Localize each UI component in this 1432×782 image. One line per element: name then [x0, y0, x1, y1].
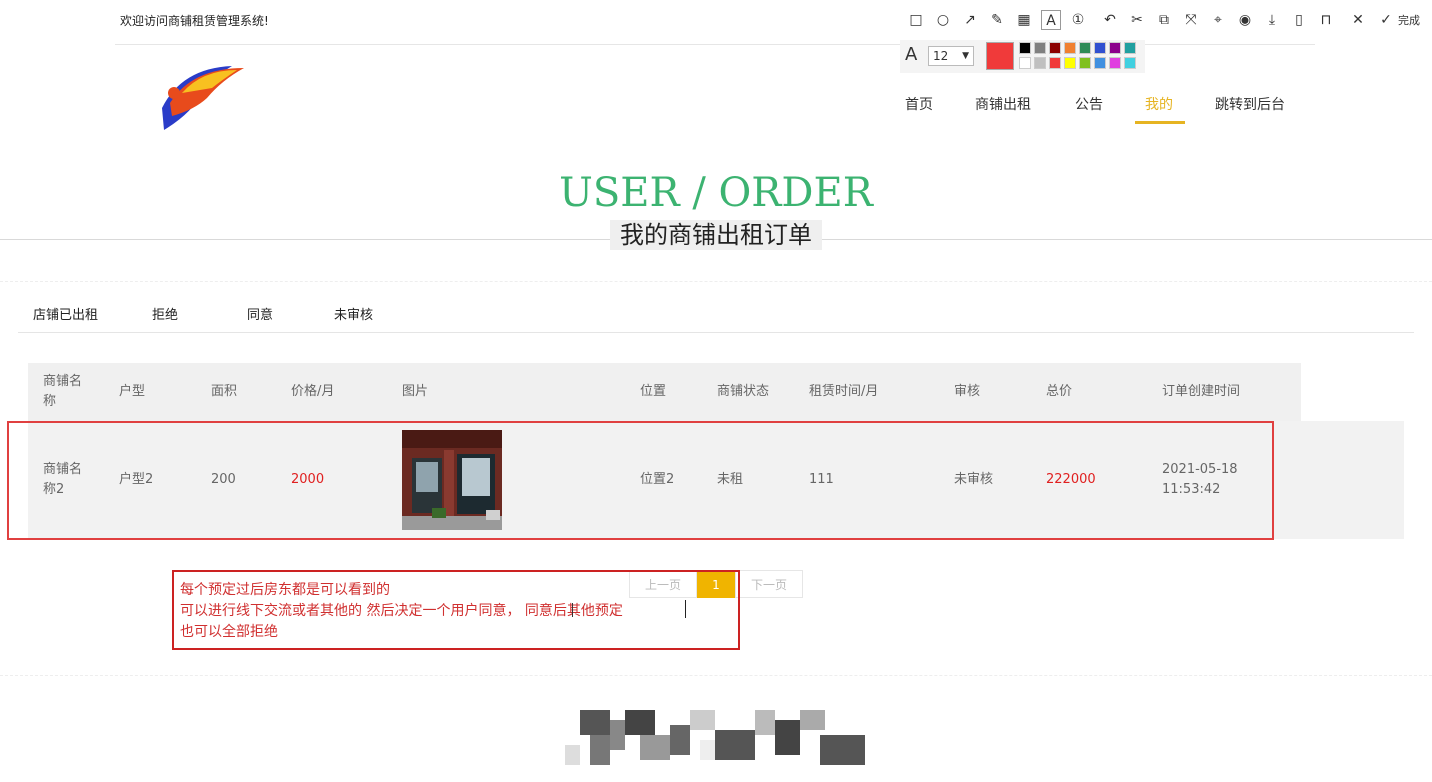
text-cursor-icon	[572, 603, 575, 617]
current-color[interactable]	[986, 42, 1014, 70]
column-header-status: 商铺状态	[717, 384, 770, 399]
text-tool-icon[interactable]: A	[1041, 10, 1061, 30]
download-icon[interactable]: ⤓	[1262, 10, 1282, 30]
section-divider	[0, 281, 1432, 282]
color-swatch[interactable]	[1019, 42, 1031, 54]
font-icon: A	[905, 44, 918, 65]
crop-icon[interactable]: ✂	[1127, 10, 1147, 30]
welcome-text: 欢迎访问商铺租赁管理系统!	[120, 14, 269, 28]
ocr-icon[interactable]: ⤧	[1181, 10, 1201, 30]
color-swatch[interactable]	[1079, 42, 1091, 54]
nav-active-indicator	[1135, 121, 1185, 124]
column-header-name: 商铺名称	[43, 374, 83, 409]
font-size-value: 12	[933, 49, 949, 63]
page-title-en: USER / ORDER	[559, 170, 873, 216]
pin-icon[interactable]: ⌖	[1208, 10, 1228, 30]
color-swatch[interactable]	[1094, 42, 1106, 54]
phone-icon[interactable]: ▯	[1289, 10, 1309, 30]
column-header-created: 订单创建时间	[1162, 384, 1241, 399]
color-swatch[interactable]	[1034, 57, 1046, 69]
color-swatch[interactable]	[1094, 57, 1106, 69]
color-swatch[interactable]	[1079, 57, 1091, 69]
pen-tool-icon[interactable]: ✎	[987, 10, 1007, 30]
nav-mine[interactable]: 我的	[1145, 94, 1173, 114]
rectangle-tool-icon[interactable]: □	[906, 10, 926, 30]
color-swatch[interactable]	[1064, 57, 1076, 69]
color-swatch[interactable]	[1124, 57, 1136, 69]
nav-home[interactable]: 首页	[905, 94, 933, 114]
color-swatch[interactable]	[1034, 42, 1046, 54]
color-swatch[interactable]	[1109, 42, 1121, 54]
tab-rented[interactable]: 店铺已出租	[33, 304, 98, 323]
color-swatch[interactable]	[1124, 42, 1136, 54]
tab-unreviewed[interactable]: 未审核	[334, 304, 373, 323]
font-size-select[interactable]: 12 ▼	[928, 46, 974, 66]
column-header-type: 户型	[119, 384, 146, 399]
arrow-tool-icon[interactable]: ↗	[960, 10, 980, 30]
tab-rejected[interactable]: 拒绝	[152, 304, 178, 323]
nav-shop-rent[interactable]: 商铺出租	[975, 94, 1031, 114]
tabs-divider	[18, 332, 1414, 333]
next-page-button[interactable]: 下一页	[735, 570, 803, 598]
nav-admin[interactable]: 跳转到后台	[1215, 94, 1285, 114]
column-header-total: 总价	[1046, 384, 1073, 399]
annotation-rectangle[interactable]	[7, 421, 1274, 540]
column-header-image: 图片	[402, 384, 429, 399]
page-title-cn: 我的商铺出租订单	[610, 220, 822, 250]
nav-announcement[interactable]: 公告	[1075, 94, 1103, 114]
column-header-location: 位置	[640, 384, 667, 399]
footer-divider	[0, 675, 1432, 676]
annotation-line-2: 可以进行线下交流或者其他的 然后决定一个用户同意， 同意后其他预定	[180, 603, 623, 619]
translate-icon[interactable]: ⧉	[1154, 10, 1174, 30]
annotation-line-3: 也可以全部拒绝	[180, 624, 278, 640]
color-swatch[interactable]	[1049, 57, 1061, 69]
ellipse-tool-icon[interactable]: ○	[933, 10, 953, 30]
color-swatch[interactable]	[1109, 57, 1121, 69]
color-swatch[interactable]	[1064, 42, 1076, 54]
undo-icon[interactable]: ↶	[1100, 10, 1120, 30]
mosaic-tool-icon[interactable]: ▦	[1014, 10, 1034, 30]
record-icon[interactable]: ◉	[1235, 10, 1255, 30]
number-tool-icon[interactable]: ①	[1068, 10, 1088, 30]
column-header-review: 审核	[954, 384, 981, 399]
qr-code-pixelated	[565, 710, 865, 765]
bookmark-icon[interactable]: ⊓	[1316, 10, 1336, 30]
annotation-line-1: 每个预定过后房东都是可以看到的	[180, 582, 390, 598]
color-swatch[interactable]	[1049, 42, 1061, 54]
column-header-price: 价格/月	[291, 384, 335, 399]
done-button[interactable]: 完成	[1398, 12, 1420, 28]
column-header-months: 租赁时间/月	[809, 384, 879, 399]
site-logo[interactable]	[152, 58, 252, 136]
chevron-down-icon: ▼	[962, 51, 969, 61]
tab-approved[interactable]: 同意	[247, 304, 273, 323]
column-header-area: 面积	[211, 384, 238, 399]
text-caret	[685, 600, 686, 618]
color-swatch[interactable]	[1019, 57, 1031, 69]
check-icon[interactable]: ✓	[1376, 10, 1396, 30]
close-icon[interactable]: ✕	[1348, 10, 1368, 30]
